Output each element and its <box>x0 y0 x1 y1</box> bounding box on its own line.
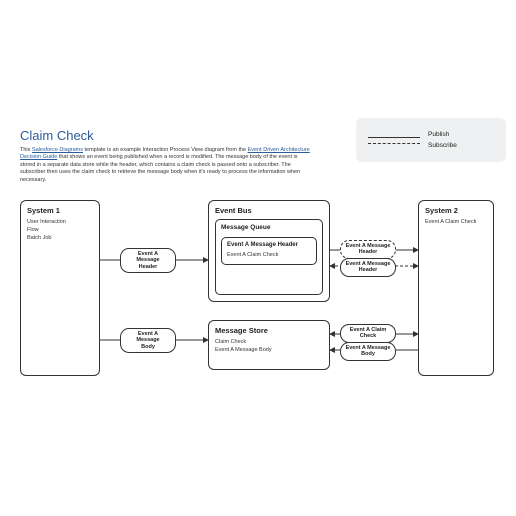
link-salesforce-diagrams[interactable]: Salesforce Diagrams <box>32 147 83 153</box>
system-2-item: Event A Claim Check <box>425 219 487 225</box>
desc-text-2: template is an example Interaction Proce… <box>83 147 248 153</box>
desc-text-3: that shows an event being published when… <box>20 154 300 182</box>
system-1-item: Batch Job <box>27 235 93 241</box>
system-1-item: User Interaction <box>27 219 93 225</box>
event-a-header-box[interactable]: Event A Message Header Event A Claim Che… <box>221 237 317 265</box>
message-store-item: Claim Check <box>215 339 323 345</box>
legend-publish-label: Publish <box>428 129 457 140</box>
legend-subscribe-line <box>368 143 420 144</box>
event-a-header-title: Event A Message Header <box>227 242 311 248</box>
system-1-item: Flow <box>27 227 93 233</box>
message-store-item: Event A Message Body <box>215 347 323 353</box>
system-1-box[interactable]: System 1 User Interaction Flow Batch Job <box>20 200 100 376</box>
desc-text: This <box>20 147 32 153</box>
legend: Publish Subscribe <box>356 118 506 162</box>
system-2-box[interactable]: System 2 Event A Claim Check <box>418 200 494 376</box>
conn-s1-store-label: Event A Message Body <box>120 328 176 353</box>
message-store-title: Message Store <box>215 326 323 335</box>
conn-store-s2-sub-label: Event A Message Body <box>340 342 396 361</box>
legend-labels: Publish Subscribe <box>428 129 457 151</box>
header-block: Claim Check This Salesforce Diagrams tem… <box>20 128 310 184</box>
message-queue-box[interactable]: Message Queue Event A Message Header Eve… <box>215 219 323 295</box>
system-1-title: System 1 <box>27 206 93 215</box>
legend-subscribe-label: Subscribe <box>428 140 457 151</box>
system-2-title: System 2 <box>425 206 487 215</box>
diagram-canvas: System 1 User Interaction Flow Batch Job… <box>20 200 496 416</box>
diagram-description: This Salesforce Diagrams template is an … <box>20 147 310 184</box>
event-bus-box[interactable]: Event Bus Message Queue Event A Message … <box>208 200 330 302</box>
message-store-box[interactable]: Message Store Claim Check Event A Messag… <box>208 320 330 370</box>
conn-bus-s2-sub-label: Event A Message Header <box>340 258 396 277</box>
event-bus-title: Event Bus <box>215 206 323 215</box>
legend-lines <box>368 132 420 149</box>
conn-store-s2-pub-label: Event A Claim Check <box>340 324 396 343</box>
message-queue-title: Message Queue <box>221 224 317 231</box>
event-a-header-item: Event A Claim Check <box>227 252 311 258</box>
diagram-title: Claim Check <box>20 128 310 143</box>
legend-publish-line <box>368 137 420 138</box>
conn-bus-s2-pub-label: Event A Message Header <box>340 240 396 259</box>
conn-s1-bus-label: Event A Message Header <box>120 248 176 273</box>
